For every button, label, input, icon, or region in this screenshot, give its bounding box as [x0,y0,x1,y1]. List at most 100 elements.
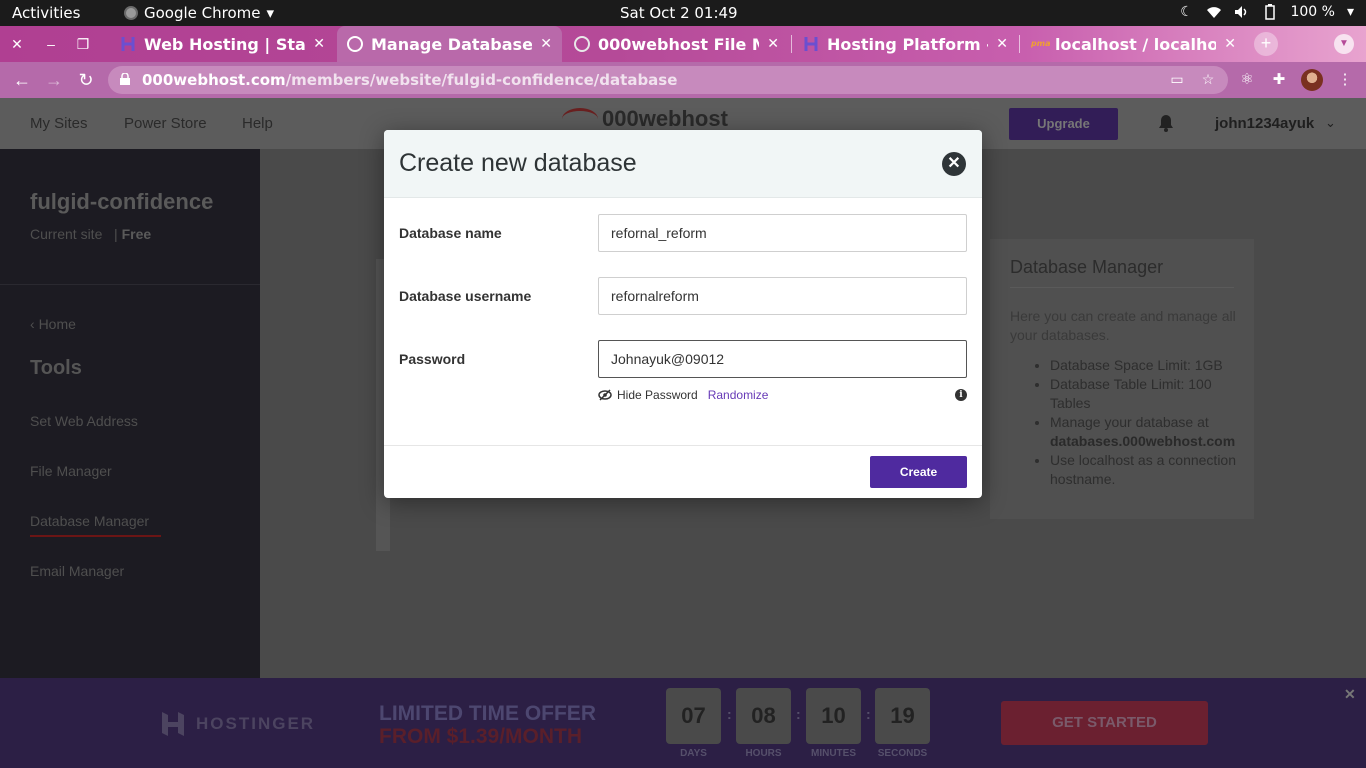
app-menu[interactable]: Google Chrome ▾ [124,4,274,22]
list-item: Manage your database at databases.000web… [1050,413,1250,451]
info-icon[interactable]: i [955,389,967,401]
database-manager-info-card: Database Manager Here you can create and… [990,239,1254,519]
database-username-label: Database username [399,288,532,304]
card-bullets: Database Space Limit: 1GB Database Table… [1050,356,1250,489]
volume-icon [1234,4,1250,20]
kebab-menu-icon[interactable]: ⋮ [1335,70,1355,90]
url-text: 000webhost.com/members/website/fulgid-co… [142,71,678,89]
nav-power-store[interactable]: Power Store [124,115,207,132]
card-title: Database Manager [1010,257,1164,277]
tab-close-icon[interactable]: ✕ [1224,36,1236,52]
countdown-label: HOURS [745,748,782,759]
battery-percent: 100 % [1290,4,1335,20]
battery-icon [1262,4,1278,20]
promo-banner: HOSTINGER LIMITED TIME OFFER FROM $1.39/… [0,678,1366,768]
close-window-icon[interactable]: ✕ [7,34,27,54]
list-item: Database Table Limit: 100 Tables [1050,375,1250,413]
upgrade-button[interactable]: Upgrade [1009,108,1118,140]
globe-favicon-icon [574,36,590,52]
list-item: Use localhost as a connection hostname. [1050,451,1250,489]
countdown-days: 07 [666,688,721,744]
hostinger-logo-icon [162,712,184,736]
create-database-modal: Create new database ✕ Database name Data… [384,130,982,498]
activities-button[interactable]: Activities [12,4,80,22]
card-description: Here you can create and manage all your … [1010,308,1236,343]
tab-manage-databases[interactable]: Manage Databases ✕ [337,26,562,62]
chevron-down-icon: ▾ [1346,4,1354,20]
password-options: Hide Password Randomize [598,388,768,402]
current-site-label: Current site | Free [30,226,152,242]
tab-web-hosting[interactable]: Web Hosting | Start ✕ [110,26,335,62]
tab-close-icon[interactable]: ✕ [540,36,552,52]
clock[interactable]: Sat Oct 2 01:49 [620,4,738,22]
password-input[interactable] [598,340,967,378]
countdown-minutes: 10 [806,688,861,744]
database-username-input[interactable] [598,277,967,315]
reload-button[interactable]: ↻ [75,69,97,91]
bell-icon[interactable] [1158,114,1174,132]
tab-search-button[interactable]: ▼ [1334,34,1354,54]
tab-close-icon[interactable]: ✕ [767,36,779,52]
list-item: Database Space Limit: 1GB [1050,356,1250,375]
hostinger-favicon-icon [121,37,135,51]
tab-close-icon[interactable]: ✕ [996,36,1008,52]
globe-favicon-icon [347,36,363,52]
database-name-input[interactable] [598,214,967,252]
minimize-icon[interactable]: – [41,34,61,54]
hostinger-favicon-icon [804,37,818,51]
hide-password-toggle[interactable]: Hide Password [598,388,698,402]
logo-swoosh-icon [562,108,598,130]
chevron-left-icon: ‹ [30,316,35,332]
offer-price: FROM $1.39/MONTH [379,725,583,748]
back-button[interactable]: ← [11,69,33,91]
countdown-label: DAYS [680,748,707,759]
cast-icon[interactable]: ▭ [1168,71,1186,89]
create-button[interactable]: Create [870,456,967,488]
tools-heading: Tools [30,357,82,379]
sidebar-item-home[interactable]: ‹ Home [30,316,76,332]
sidebar-item-file-manager[interactable]: File Manager [30,463,112,479]
sidebar: fulgid-confidence Current site | Free ‹ … [0,149,260,678]
close-icon[interactable]: ✕ [1344,686,1356,703]
forward-button[interactable]: → [43,69,65,91]
browser-toolbar: ← → ↻ 000webhost.com/members/website/ful… [0,62,1366,98]
modal-header: Create new database ✕ [384,130,982,198]
phpmyadmin-favicon-icon: pma [1031,39,1051,48]
nav-my-sites[interactable]: My Sites [30,115,88,132]
databases-link[interactable]: databases.000webhost.com [1050,433,1235,449]
browser-tab-strip: ✕ – ❐ Web Hosting | Start ✕ Manage Datab… [0,26,1366,62]
restore-icon[interactable]: ❐ [73,34,93,54]
database-name-label: Database name [399,225,502,241]
tab-localhost[interactable]: pma localhost / localhos ✕ [1021,26,1246,62]
extensions-puzzle-icon[interactable]: ✚ [1269,70,1289,90]
lock-icon [120,73,130,85]
system-tray[interactable]: ☾ 100 % ▾ [1178,4,1354,20]
randomize-link[interactable]: Randomize [708,388,769,402]
sidebar-item-database-manager[interactable]: Database Manager [30,513,161,537]
bookmark-star-icon[interactable]: ☆ [1199,71,1217,89]
new-tab-button[interactable]: + [1254,32,1278,56]
app-name: Google Chrome [144,4,261,22]
tab-file-manager[interactable]: 000webhost File Ma ✕ [564,26,789,62]
hostinger-logo: HOSTINGER [160,710,315,738]
countdown-hours: 08 [736,688,791,744]
site-name: fulgid-confidence [30,189,214,214]
close-icon[interactable]: ✕ [942,152,966,176]
countdown-label: SECONDS [877,748,928,759]
user-menu[interactable]: john1234ayuk [1215,115,1314,132]
wifi-icon [1206,4,1222,20]
site-logo[interactable]: 000webhost [562,106,728,132]
get-started-button[interactable]: GET STARTED [1001,701,1208,745]
profile-avatar[interactable] [1301,69,1323,91]
chrome-icon [124,6,138,20]
sidebar-item-set-web-address[interactable]: Set Web Address [30,413,138,429]
tab-close-icon[interactable]: ✕ [313,36,325,52]
react-devtools-icon[interactable]: ⚛ [1237,70,1257,90]
tab-hosting-platform[interactable]: Hosting Platform - ✕ [793,26,1018,62]
nav-help[interactable]: Help [242,115,273,132]
offer-headline: LIMITED TIME OFFER [379,702,596,725]
sidebar-item-email-manager[interactable]: Email Manager [30,563,124,579]
chevron-down-icon[interactable]: ⌄ [1325,115,1336,131]
night-light-icon: ☾ [1180,4,1193,20]
address-bar[interactable]: 000webhost.com/members/website/fulgid-co… [108,66,1228,94]
